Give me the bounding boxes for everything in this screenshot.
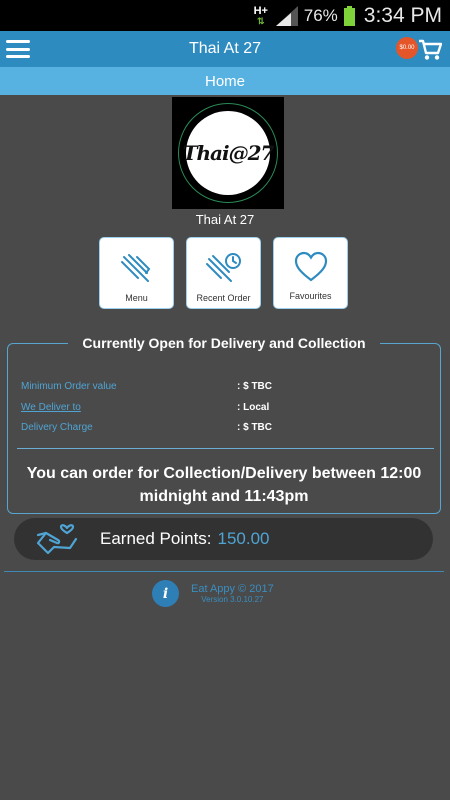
quick-actions: Menu Recent Order Favourites [99,237,348,309]
hand-heart-icon [36,524,78,555]
hamburger-menu-icon[interactable] [6,40,30,58]
app-title: Thai At 27 [188,40,262,57]
info-icon[interactable]: i [152,580,179,607]
network-indicator: H+ ⇅ [253,4,268,26]
clock: 3:34 PM [363,3,442,27]
favourites-tile[interactable]: Favourites [273,237,348,309]
store-info-panel: Currently Open for Delivery and Collecti… [7,335,441,514]
status-bar: H+ ⇅ 76% 3:34 PM [0,0,450,31]
battery-icon [343,5,355,26]
cart-total-badge: $0.00 [396,37,418,59]
earned-points-bar[interactable]: Earned Points: 150.00 [14,518,433,560]
logo-text: Thai@27 [182,141,275,165]
recent-order-tile[interactable]: Recent Order [186,237,261,309]
app-header: Thai At 27 $0.00 [0,31,450,67]
signal-icon [275,5,298,26]
earned-points-label: Earned Points: [100,529,212,548]
fork-knife-icon [120,254,150,282]
page-title: Home [0,67,450,95]
order-window-text: You can order for Collection/Delivery be… [26,465,422,505]
cart-icon [419,39,442,60]
divider [17,448,434,449]
menu-tile[interactable]: Menu [99,237,174,309]
cart-button[interactable]: $0.00 [396,35,442,65]
restaurant-logo: Thai@27 [172,97,284,209]
version-text: Version 3.0.10.27 [201,595,264,604]
divider [4,571,444,572]
battery-percent: 76% [303,5,338,25]
we-deliver-to-link[interactable]: We Deliver to [21,402,81,413]
open-status-heading: Currently Open for Delivery and Collecti… [8,335,440,351]
earned-points-value: 150.00 [217,529,270,548]
heart-icon [294,251,327,282]
footer: i Eat Appy © 2017 Version 3.0.10.27 [152,580,274,607]
recent-order-icon [205,253,241,282]
copyright-text: Eat Appy © 2017 [191,583,274,595]
restaurant-name: Thai At 27 [195,212,255,227]
